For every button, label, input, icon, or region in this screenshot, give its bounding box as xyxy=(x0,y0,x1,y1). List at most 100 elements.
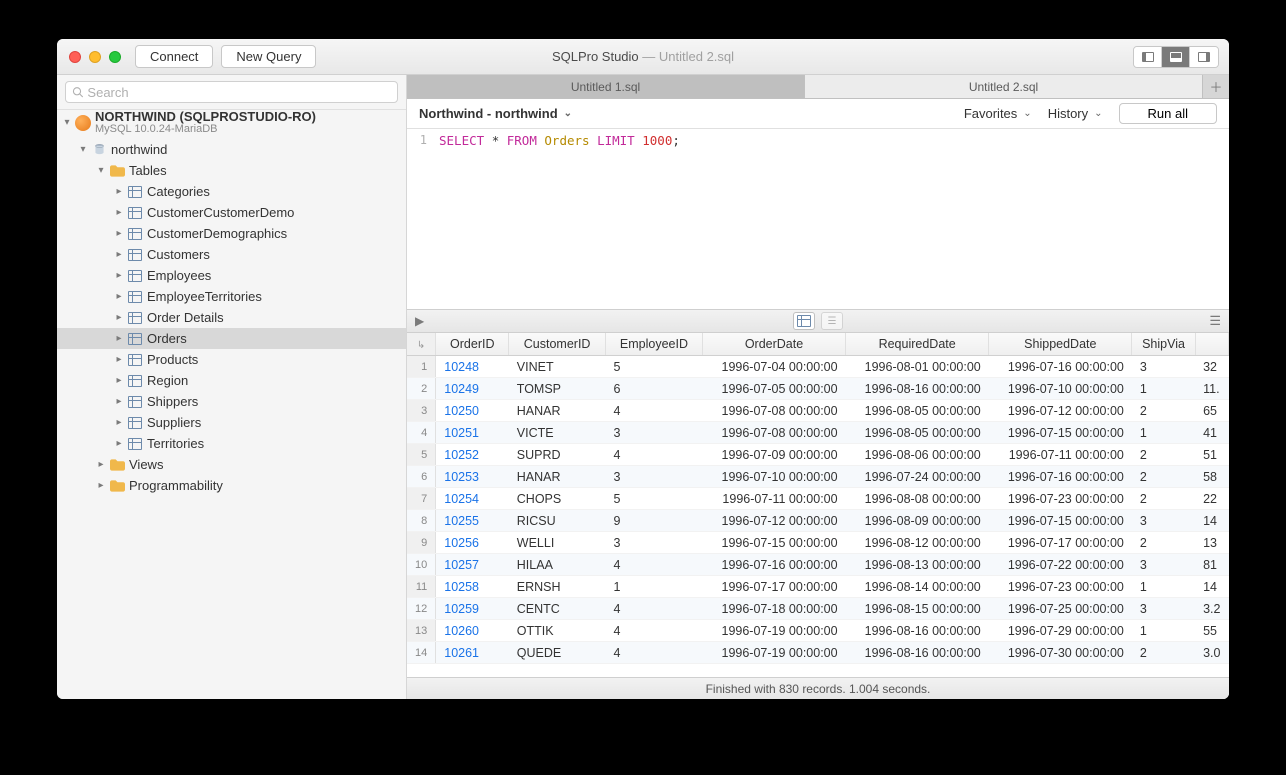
cell[interactable]: 1996-08-16 00:00:00 xyxy=(846,642,989,664)
disclosure-triangle-icon[interactable]: ▸ xyxy=(95,480,107,491)
tables-folder[interactable]: ▾ Tables xyxy=(57,160,406,181)
cell[interactable]: 1996-07-18 00:00:00 xyxy=(702,598,845,620)
table-node[interactable]: ▸Order Details xyxy=(57,307,406,328)
cell[interactable]: 65 xyxy=(1195,400,1228,422)
results-grid-view-button[interactable] xyxy=(793,312,815,330)
cell[interactable]: 6 xyxy=(605,378,702,400)
cell[interactable]: 51 xyxy=(1195,444,1228,466)
cell[interactable]: 4 xyxy=(605,642,702,664)
cell[interactable]: 5 xyxy=(605,356,702,378)
cell[interactable]: 1996-07-17 00:00:00 xyxy=(989,532,1132,554)
connection-tree[interactable]: ▾ NORTHWIND (SQLPROSTUDIO-RO) MySQL 10.0… xyxy=(57,110,406,699)
table-row[interactable]: 110248VINET51996-07-04 00:00:001996-08-0… xyxy=(407,356,1229,378)
run-all-button[interactable]: Run all xyxy=(1119,103,1217,124)
cell[interactable]: 4 xyxy=(605,554,702,576)
table-row[interactable]: 410251VICTE31996-07-08 00:00:001996-08-0… xyxy=(407,422,1229,444)
disclosure-triangle-icon[interactable]: ▸ xyxy=(113,270,125,281)
cell[interactable]: 1996-07-24 00:00:00 xyxy=(846,466,989,488)
run-icon[interactable]: ▶ xyxy=(415,314,424,328)
cell[interactable]: 1996-08-06 00:00:00 xyxy=(846,444,989,466)
cell[interactable]: 10248 xyxy=(436,356,509,378)
disclosure-triangle-icon[interactable]: ▸ xyxy=(95,459,107,470)
cell[interactable]: 10255 xyxy=(436,510,509,532)
cell[interactable]: 1996-08-05 00:00:00 xyxy=(846,400,989,422)
new-query-button[interactable]: New Query xyxy=(221,45,316,68)
results-grid[interactable]: ↳OrderIDCustomerIDEmployeeIDOrderDateReq… xyxy=(407,333,1229,677)
table-row[interactable]: 910256WELLI31996-07-15 00:00:001996-08-1… xyxy=(407,532,1229,554)
cell[interactable]: 1996-08-15 00:00:00 xyxy=(846,598,989,620)
disclosure-triangle-icon[interactable]: ▸ xyxy=(113,291,125,302)
table-node[interactable]: ▸Territories xyxy=(57,433,406,454)
disclosure-triangle-icon[interactable]: ▸ xyxy=(113,207,125,218)
cell[interactable]: 2 xyxy=(1132,400,1195,422)
disclosure-triangle-icon[interactable]: ▸ xyxy=(113,312,125,323)
cell[interactable]: 1996-07-12 00:00:00 xyxy=(989,400,1132,422)
sql-editor[interactable]: 1 SELECT * FROM Orders LIMIT 1000; xyxy=(407,129,1229,309)
cell[interactable]: 81 xyxy=(1195,554,1228,576)
table-node[interactable]: ▸Employees xyxy=(57,265,406,286)
cell[interactable]: 10249 xyxy=(436,378,509,400)
column-header[interactable]: ShippedDate xyxy=(989,333,1132,356)
cell[interactable]: RICSU xyxy=(509,510,606,532)
disclosure-triangle-icon[interactable]: ▸ xyxy=(113,249,125,260)
cell[interactable]: 10254 xyxy=(436,488,509,510)
cell[interactable]: 4 xyxy=(605,598,702,620)
table-row[interactable]: 1210259CENTC41996-07-18 00:00:001996-08-… xyxy=(407,598,1229,620)
cell[interactable]: 4 xyxy=(605,444,702,466)
views-folder[interactable]: ▸ Views xyxy=(57,454,406,475)
cell[interactable]: 55 xyxy=(1195,620,1228,642)
cell[interactable]: 3 xyxy=(1132,510,1195,532)
cell[interactable]: 1 xyxy=(1132,576,1195,598)
table-row[interactable]: 210249TOMSP61996-07-05 00:00:001996-08-1… xyxy=(407,378,1229,400)
cell[interactable]: ERNSH xyxy=(509,576,606,598)
search-field[interactable] xyxy=(65,81,398,103)
table-row[interactable]: 1310260OTTIK41996-07-19 00:00:001996-08-… xyxy=(407,620,1229,642)
cell[interactable]: 1996-07-10 00:00:00 xyxy=(702,466,845,488)
cell[interactable]: 10261 xyxy=(436,642,509,664)
cell[interactable]: 1996-07-10 00:00:00 xyxy=(989,378,1132,400)
cell[interactable]: HANAR xyxy=(509,400,606,422)
layout-segmented-control[interactable] xyxy=(1133,46,1219,68)
cell[interactable]: 1996-07-16 00:00:00 xyxy=(989,356,1132,378)
column-header[interactable]: CustomerID xyxy=(509,333,606,356)
cell[interactable]: 10258 xyxy=(436,576,509,598)
cell[interactable]: 1996-07-16 00:00:00 xyxy=(989,466,1132,488)
cell[interactable]: VICTE xyxy=(509,422,606,444)
connect-button[interactable]: Connect xyxy=(135,45,213,68)
layout-bottom-panel-button[interactable] xyxy=(1162,47,1190,67)
table-node[interactable]: ▸Region xyxy=(57,370,406,391)
history-menu[interactable]: History⌄ xyxy=(1048,106,1103,121)
table-node[interactable]: ▸Customers xyxy=(57,244,406,265)
row-number-header[interactable]: ↳ xyxy=(407,333,436,356)
cell[interactable]: CENTC xyxy=(509,598,606,620)
cell[interactable]: 10256 xyxy=(436,532,509,554)
table-row[interactable]: 1410261QUEDE41996-07-19 00:00:001996-08-… xyxy=(407,642,1229,664)
cell[interactable]: 3 xyxy=(605,466,702,488)
cell[interactable]: 1996-07-05 00:00:00 xyxy=(702,378,845,400)
cell[interactable]: 14 xyxy=(1195,576,1228,598)
table-row[interactable]: 610253HANAR31996-07-10 00:00:001996-07-2… xyxy=(407,466,1229,488)
cell[interactable]: 1996-07-09 00:00:00 xyxy=(702,444,845,466)
table-row[interactable]: 1110258ERNSH11996-07-17 00:00:001996-08-… xyxy=(407,576,1229,598)
cell[interactable]: 1996-07-15 00:00:00 xyxy=(989,510,1132,532)
cell[interactable]: 1996-07-23 00:00:00 xyxy=(989,488,1132,510)
cell[interactable]: HANAR xyxy=(509,466,606,488)
table-node[interactable]: ▸Products xyxy=(57,349,406,370)
cell[interactable]: 1996-07-16 00:00:00 xyxy=(702,554,845,576)
table-row[interactable]: 810255RICSU91996-07-12 00:00:001996-08-0… xyxy=(407,510,1229,532)
table-node[interactable]: ▸Shippers xyxy=(57,391,406,412)
disclosure-triangle-icon[interactable]: ▸ xyxy=(113,354,125,365)
disclosure-triangle-icon[interactable]: ▸ xyxy=(113,375,125,386)
cell[interactable]: 1996-07-08 00:00:00 xyxy=(702,400,845,422)
disclosure-triangle-icon[interactable]: ▸ xyxy=(113,333,125,344)
search-input[interactable] xyxy=(87,85,391,100)
disclosure-triangle-icon[interactable]: ▾ xyxy=(95,165,107,176)
cell[interactable]: 2 xyxy=(1132,466,1195,488)
cell[interactable]: 1996-08-14 00:00:00 xyxy=(846,576,989,598)
cell[interactable]: 1 xyxy=(605,576,702,598)
cell[interactable]: 1996-08-16 00:00:00 xyxy=(846,620,989,642)
file-tab[interactable]: Untitled 2.sql xyxy=(805,75,1203,98)
cell[interactable]: 4 xyxy=(605,400,702,422)
column-header[interactable]: OrderID xyxy=(436,333,509,356)
cell[interactable]: 1996-07-15 00:00:00 xyxy=(989,422,1132,444)
